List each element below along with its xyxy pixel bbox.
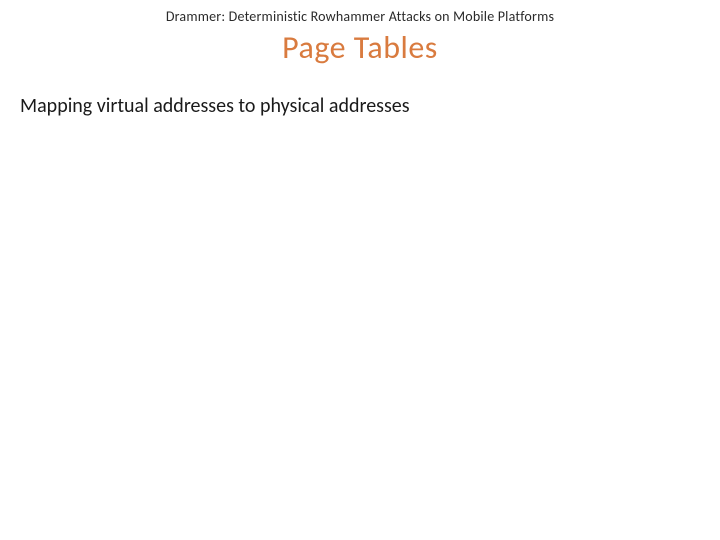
slide-title: Page Tables bbox=[0, 28, 720, 67]
presentation-header-subtitle: Drammer: Deterministic Rowhammer Attacks… bbox=[0, 8, 720, 25]
slide-body-text: Mapping virtual addresses to physical ad… bbox=[20, 94, 410, 118]
